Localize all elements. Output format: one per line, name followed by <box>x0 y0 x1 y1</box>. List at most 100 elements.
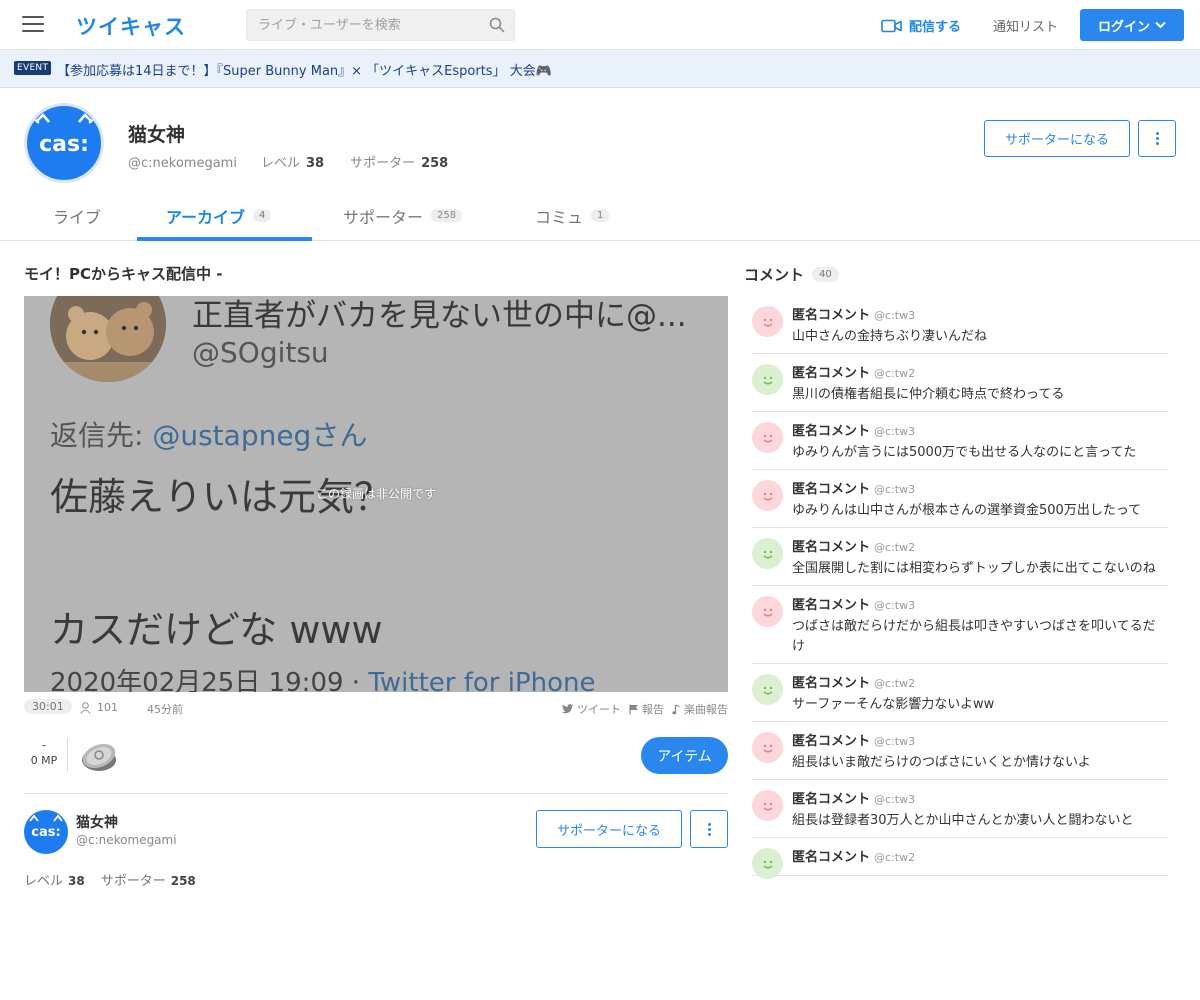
avatar-text: cas: <box>39 132 89 157</box>
tweet-avatar-image <box>50 296 166 382</box>
comment-author[interactable]: 匿名コメント @c:tw3 <box>792 304 1168 323</box>
anonymous-avatar-icon[interactable] <box>752 732 783 763</box>
mp-dash: - <box>41 738 47 752</box>
reply-prefix: 返信先: <box>50 419 153 452</box>
tab-label: ライブ <box>53 207 102 227</box>
comment-text: 組長は登録者30万人とか山中さんとか凄い人と闘わないと <box>792 813 1134 828</box>
comment-author[interactable]: 匿名コメント @c:tw3 <box>792 788 1168 807</box>
comment-author-name: 匿名コメント <box>792 792 871 807</box>
tab-count: 1 <box>591 209 610 222</box>
coin-item-icon[interactable] <box>80 738 118 774</box>
anonymous-avatar-icon[interactable] <box>752 674 783 705</box>
anonymous-avatar-icon[interactable] <box>752 848 783 879</box>
comment-author[interactable]: 匿名コメント @c:tw2 <box>792 536 1168 555</box>
notification-list-link[interactable]: 通知リスト <box>993 16 1058 35</box>
tweet-line-1: 正直者がバカを見ない世の中に@... <box>192 298 687 334</box>
supporters-value: 258 <box>421 156 449 171</box>
comment-list[interactable]: 匿名コメント @c:tw3 山中さんの金持ちぶり凄いんだね 匿名コメント @c:tw2 黒… <box>752 296 1168 908</box>
search-icon[interactable] <box>489 17 505 33</box>
reply-mention: @ustapnegさん <box>152 419 368 452</box>
tweet-label: ツイート <box>577 703 621 716</box>
tab-count: 258 <box>431 209 463 222</box>
viewer-count-value: 101 <box>97 701 118 714</box>
comments-header: コメント 40 <box>744 264 839 285</box>
comment-item: 匿名コメント @c:tw2 <box>752 838 1168 879</box>
comment-author-id: @c:tw3 <box>874 483 916 496</box>
comment-author-name: 匿名コメント <box>792 424 871 439</box>
music-report-label: 楽曲報告 <box>684 703 728 716</box>
search-input[interactable] <box>247 10 467 40</box>
event-link[interactable]: 【参加応募は14日まで！】『Super Bunny Man』× 「ツイキャスEs… <box>57 60 552 79</box>
anonymous-avatar-icon[interactable] <box>752 306 783 337</box>
comments-title: コメント <box>744 266 805 284</box>
broadcaster-name[interactable]: 猫女神 <box>76 812 118 832</box>
tweet-link[interactable]: ツイート <box>562 701 621 717</box>
supporters-value: 258 <box>170 874 196 888</box>
comment-item: 匿名コメント @c:tw3 ゆみりんは山中さんが根本さんの選挙資金500万出したって <box>752 470 1168 528</box>
comment-author[interactable]: 匿名コメント @c:tw3 <box>792 478 1168 497</box>
tweet-line-6: 2020年02月25日 19:09 · Twitter for iPhone <box>50 662 596 692</box>
tab-label: コミュ <box>535 207 584 227</box>
tab-supporters[interactable]: サポーター 258 <box>343 190 463 241</box>
tab-community[interactable]: コミュ 1 <box>535 190 610 241</box>
chevron-down-icon <box>1155 21 1166 29</box>
tweet-date: 2020年02月25日 19:09 · <box>50 668 369 692</box>
meta-actions: ツイート 報告 楽曲報告 <box>562 701 728 717</box>
event-badge: EVENT <box>14 61 52 75</box>
tab-live[interactable]: ライブ <box>53 190 101 241</box>
anonymous-avatar-icon[interactable] <box>752 596 783 627</box>
anonymous-avatar-icon[interactable] <box>752 538 783 569</box>
more-options-button[interactable] <box>690 810 728 848</box>
anonymous-avatar-icon[interactable] <box>752 480 783 511</box>
supporters-label: サポーター <box>350 156 416 171</box>
become-supporter-button[interactable]: サポーターになる <box>984 120 1130 157</box>
menu-icon[interactable] <box>22 16 44 34</box>
broadcaster-avatar[interactable]: cas: <box>24 810 68 854</box>
comment-item: 匿名コメント @c:tw3 組長はいま敵だらけのつばさにいくとか情けないよ <box>752 722 1168 780</box>
comment-text: ゆみりんは山中さんが根本さんの選挙資金500万出したって <box>792 503 1142 518</box>
item-button[interactable]: アイテム <box>641 737 728 774</box>
video-player[interactable]: 正直者がバカを見ない世の中に@... @SOgitsu 返信先: @ustapn… <box>24 296 728 692</box>
comment-author[interactable]: 匿名コメント @c:tw2 <box>792 846 1168 865</box>
comment-author-name: 匿名コメント <box>792 366 871 381</box>
comment-author-name: 匿名コメント <box>792 850 871 865</box>
event-banner: EVENT 【参加応募は14日まで！】『Super Bunny Man』× 「ツ… <box>0 50 1200 88</box>
comment-author-id: @c:tw3 <box>874 425 916 438</box>
profile-avatar[interactable]: cas: <box>24 103 104 183</box>
viewer-count: 101 <box>80 701 118 714</box>
music-report-link[interactable]: 楽曲報告 <box>672 701 728 717</box>
comment-author-name: 匿名コメント <box>792 598 871 613</box>
comment-author-name: 匿名コメント <box>792 482 871 497</box>
tab-archive[interactable]: アーカイブ 4 <box>166 190 272 241</box>
comment-author-name: 匿名コメント <box>792 734 871 749</box>
comment-count: 40 <box>812 267 839 282</box>
anonymous-avatar-icon[interactable] <box>752 790 783 821</box>
divider <box>67 738 68 772</box>
broadcast-button[interactable]: 配信する <box>881 16 961 35</box>
tab-label: アーカイブ <box>166 207 246 227</box>
login-button[interactable]: ログイン <box>1080 9 1184 41</box>
supporters-label: サポーター <box>100 874 166 889</box>
private-notice: この録画は非公開です <box>315 487 436 501</box>
comment-author[interactable]: 匿名コメント @c:tw3 <box>792 594 1168 613</box>
comment-item: 匿名コメント @c:tw2 黒川の債権者組長に仲介頼む時点で終わってる <box>752 354 1168 412</box>
comment-author-name: 匿名コメント <box>792 676 871 691</box>
report-link[interactable]: 報告 <box>629 701 664 717</box>
anonymous-avatar-icon[interactable] <box>752 364 783 395</box>
comment-author[interactable]: 匿名コメント @c:tw3 <box>792 730 1168 749</box>
comment-author[interactable]: 匿名コメント @c:tw2 <box>792 362 1168 381</box>
profile-tabs: ライブ アーカイブ 4 サポーター 258 コミュ 1 <box>0 190 1200 241</box>
twitter-icon <box>562 704 574 714</box>
broadcast-label: 配信する <box>909 20 962 35</box>
movie-title: モイ！PCからキャス配信中 - <box>24 265 223 283</box>
comment-item: 匿名コメント @c:tw3 山中さんの金持ちぶり凄いんだね <box>752 296 1168 354</box>
comment-author[interactable]: 匿名コメント @c:tw2 <box>792 672 1168 691</box>
top-header: ツイキャス 配信する 通知リスト ログイン <box>0 0 1200 50</box>
tweet-source: Twitter for iPhone <box>368 668 596 692</box>
site-logo[interactable]: ツイキャス <box>76 11 186 41</box>
become-supporter-button[interactable]: サポーターになる <box>536 810 682 848</box>
more-options-button[interactable] <box>1138 120 1176 157</box>
tweet-line-3: 返信先: @ustapnegさん <box>50 414 367 454</box>
anonymous-avatar-icon[interactable] <box>752 422 783 453</box>
comment-author[interactable]: 匿名コメント @c:tw3 <box>792 420 1168 439</box>
